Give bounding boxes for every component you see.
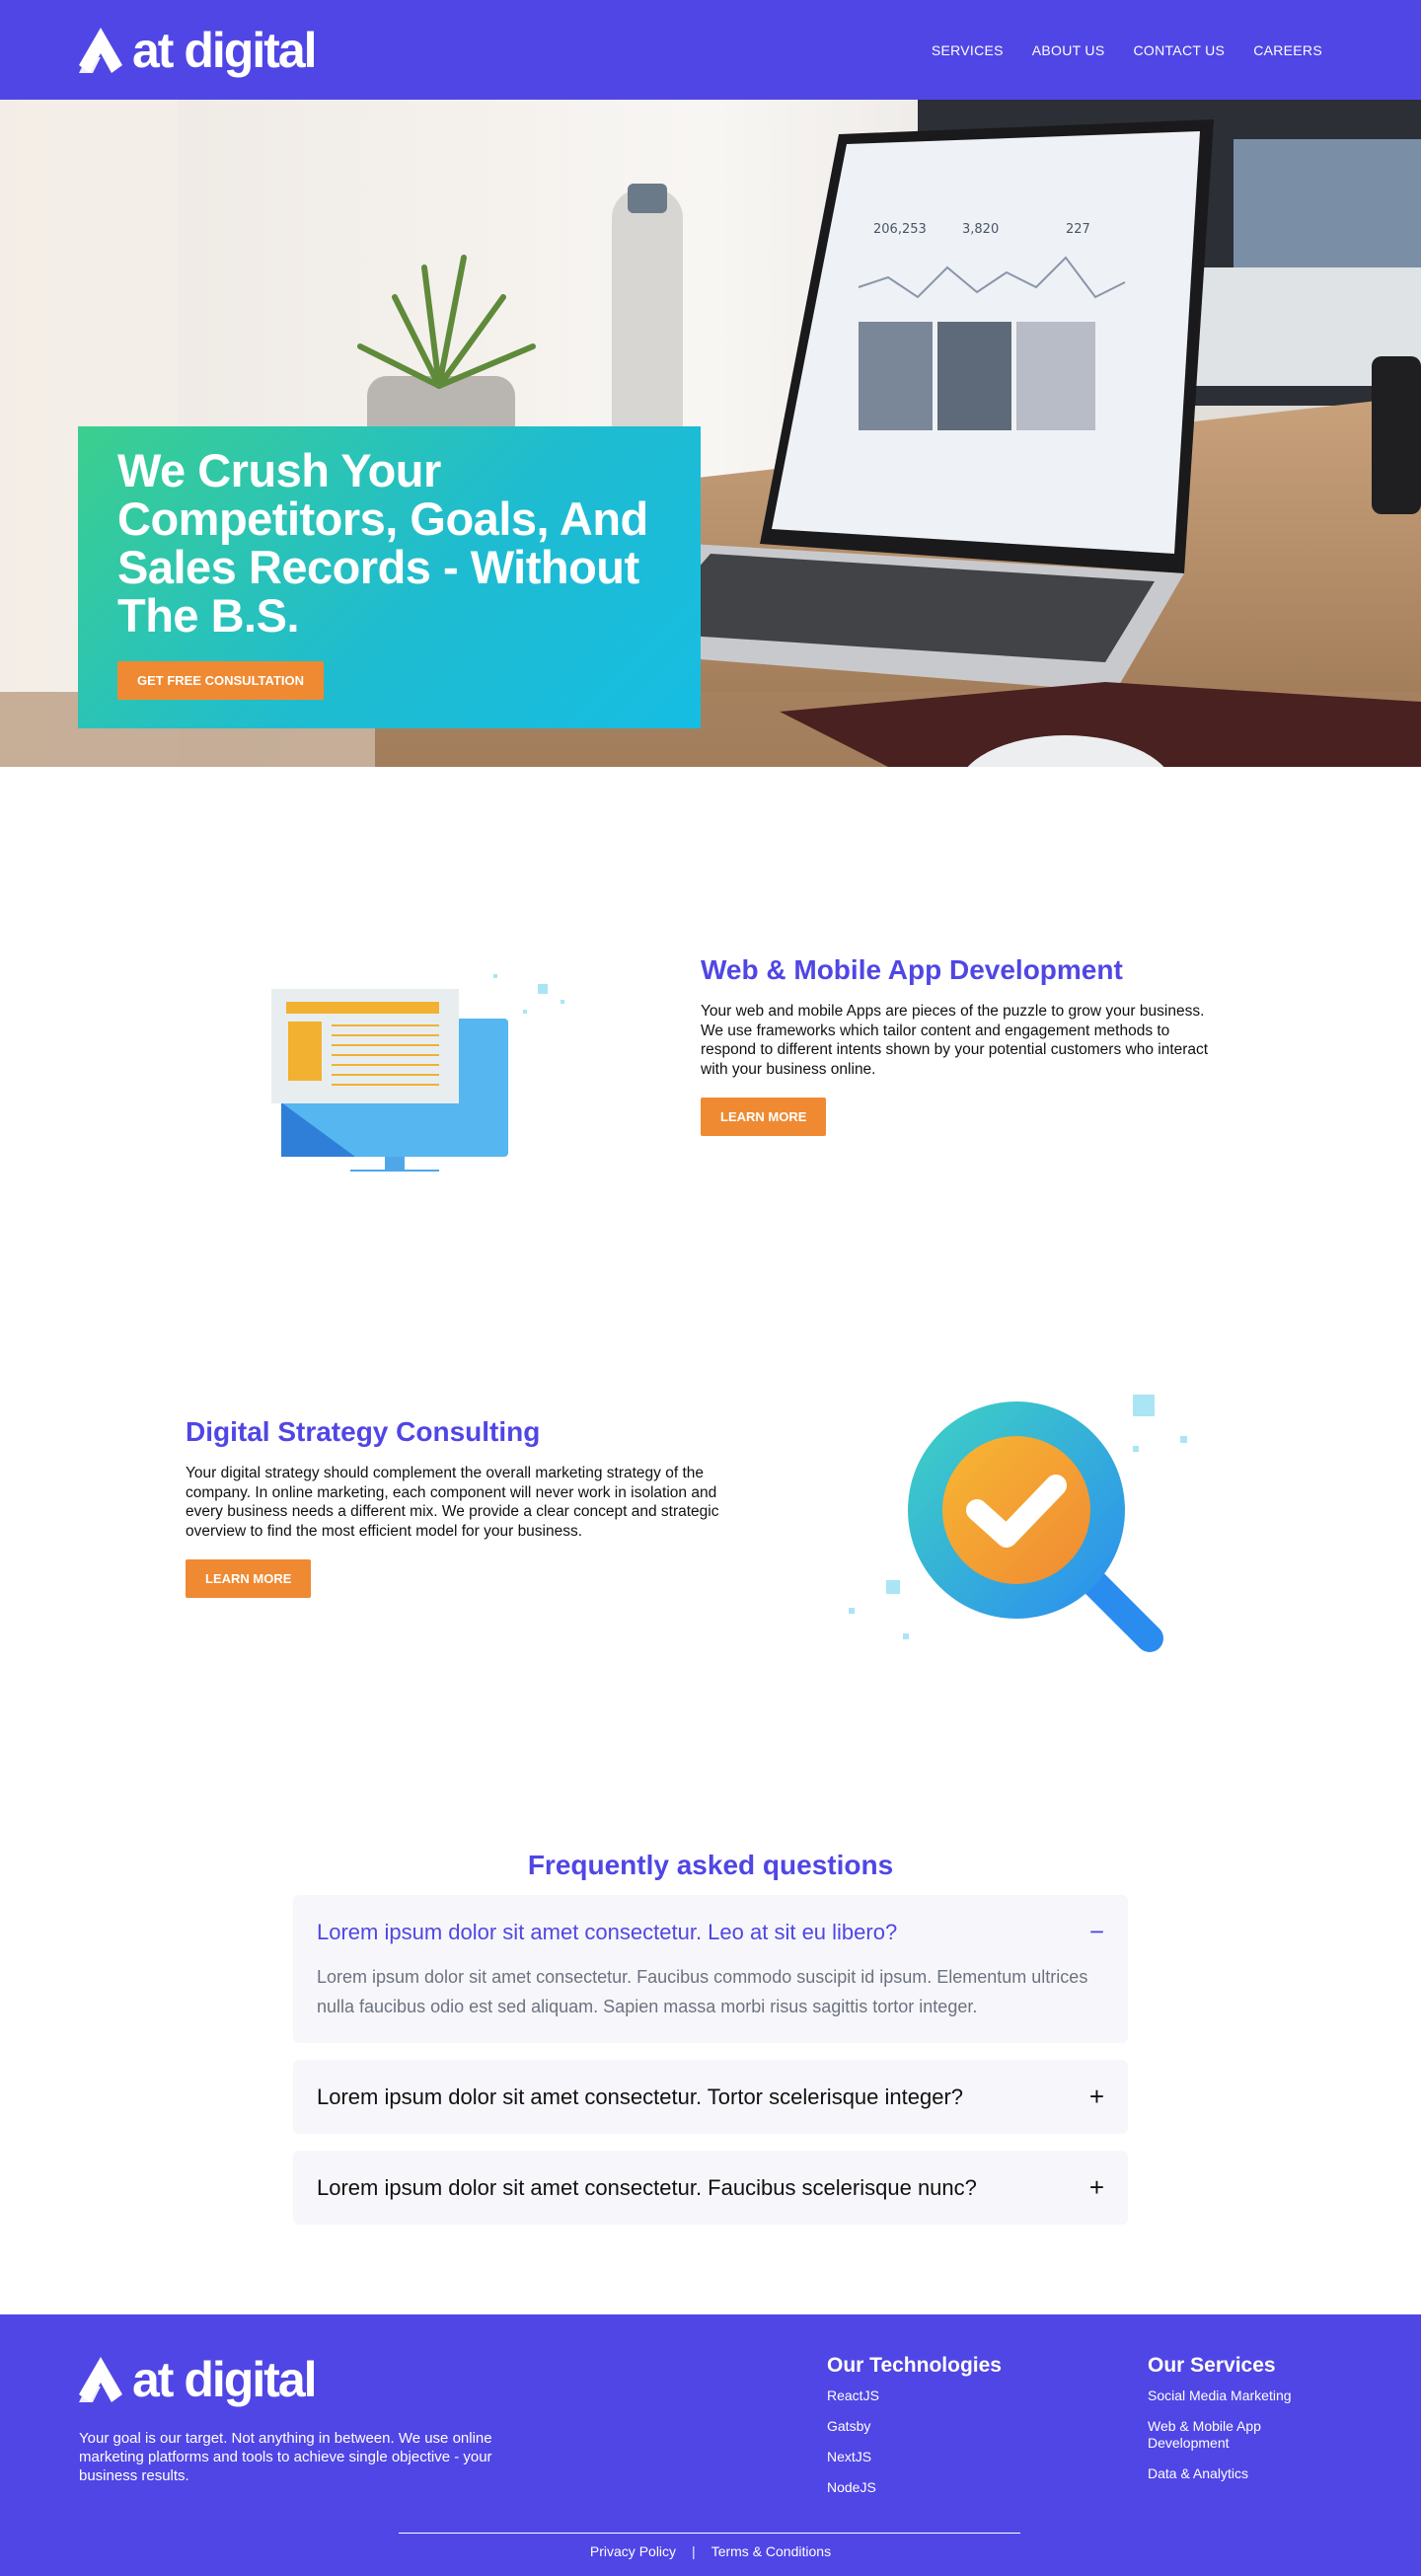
faq-item[interactable]: Lorem ipsum dolor sit amet consectetur. … [293, 2060, 1128, 2134]
get-free-consultation-button[interactable]: GET FREE CONSULTATION [117, 661, 324, 700]
service-digital-strategy-title: Digital Strategy Consulting [186, 1416, 541, 1447]
learn-more-web-mobile-button[interactable]: LEARN MORE [701, 1098, 827, 1136]
expand-plus-icon[interactable]: + [1089, 2082, 1104, 2112]
magnifier-check-icon [849, 1395, 1187, 1652]
faq-question[interactable]: Lorem ipsum dolor sit amet consectetur. … [317, 2172, 1104, 2203]
faq-question-text: Lorem ipsum dolor sit amet consectetur. … [317, 2174, 977, 2200]
footer-technologies-title: Our Technologies [827, 2354, 1002, 2377]
hero-card: We Crush Your Competitors, Goals, And Sa… [78, 426, 701, 728]
screen-stat-1: 206,253 [873, 222, 927, 237]
service-digital-strategy: Digital Strategy Consulting Your digital… [0, 1298, 1421, 1840]
service-web-mobile-title: Web & Mobile App Development [701, 954, 1123, 985]
logo-text: at digital [132, 22, 318, 78]
footer-tagline: Your goal is our target. Not anything in… [79, 2430, 492, 2484]
terms-conditions-link[interactable]: Terms & Conditions [711, 2543, 831, 2559]
site-footer: at digital Your goal is our target. Not … [0, 2314, 1421, 2576]
faq-question-text: Lorem ipsum dolor sit amet consectetur. … [317, 1919, 898, 1944]
nav-contact-us[interactable]: CONTACT US [1133, 42, 1225, 58]
logo-mark-icon [79, 2357, 122, 2402]
nav-careers[interactable]: CAREERS [1253, 42, 1322, 58]
logo-mark-icon [79, 27, 122, 73]
screen-stat-2: 3,820 [962, 222, 999, 237]
site-logo[interactable]: at digital [79, 22, 318, 79]
footer-logo[interactable]: at digital [79, 2351, 318, 2408]
faq-section: Frequently asked questions Lorem ipsum d… [0, 1840, 1421, 2314]
footer-tech-link[interactable]: NodeJS [827, 2479, 1002, 2496]
footer-logo-text: at digital [132, 2352, 318, 2407]
privacy-policy-link[interactable]: Privacy Policy [590, 2543, 676, 2559]
faq-item[interactable]: Lorem ipsum dolor sit amet consectetur. … [293, 2151, 1128, 2225]
footer-services: Our Services Social Media Marketing Web … [1148, 2354, 1345, 2496]
footer-technologies: Our Technologies ReactJS Gatsby NextJS N… [827, 2354, 1002, 2510]
service-digital-strategy-content: Digital Strategy Consulting Your digital… [186, 1416, 723, 1598]
footer-legal: Privacy Policy | Terms & Conditions [0, 2543, 1421, 2559]
faq-answer: Lorem ipsum dolor sit amet consectetur. … [317, 1967, 1088, 2016]
faq-question[interactable]: Lorem ipsum dolor sit amet consectetur. … [317, 2082, 1104, 2112]
footer-tech-link[interactable]: Gatsby [827, 2418, 1002, 2435]
footer-service-link[interactable]: Social Media Marketing [1148, 2387, 1345, 2404]
footer-services-title: Our Services [1148, 2354, 1276, 2377]
hero-section: 206,253 3,820 227 We Crush Your Competit… [0, 100, 1421, 767]
main-nav: SERVICES ABOUT US CONTACT US CAREERS [932, 42, 1322, 58]
service-digital-strategy-text: Your digital strategy should complement … [186, 1465, 719, 1540]
hero-title: We Crush Your Competitors, Goals, And Sa… [117, 444, 648, 642]
site-header: at digital SERVICES ABOUT US CONTACT US … [0, 0, 1421, 100]
footer-service-link[interactable]: Web & Mobile App Development [1148, 2418, 1296, 2452]
faq-question-text: Lorem ipsum dolor sit amet consectetur. … [317, 2084, 964, 2109]
nav-services[interactable]: SERVICES [932, 42, 1004, 58]
monitor-illustration-icon [271, 974, 564, 1172]
footer-tech-link[interactable]: NextJS [827, 2449, 1002, 2465]
service-web-mobile-text: Your web and mobile Apps are pieces of t… [701, 1003, 1209, 1078]
faq-heading: Frequently asked questions [527, 1850, 894, 1880]
service-web-mobile-content: Web & Mobile App Development Your web an… [701, 954, 1214, 1136]
faq-question[interactable]: Lorem ipsum dolor sit amet consectetur. … [317, 1917, 1104, 1947]
service-web-mobile: Web & Mobile App Development Your web an… [0, 767, 1421, 1298]
footer-divider [399, 2533, 1020, 2534]
nav-about-us[interactable]: ABOUT US [1032, 42, 1105, 58]
expand-plus-icon[interactable]: + [1089, 2172, 1104, 2203]
collapse-minus-icon[interactable]: − [1089, 1917, 1104, 1947]
faq-item[interactable]: Lorem ipsum dolor sit amet consectetur. … [293, 1895, 1128, 2043]
footer-service-link[interactable]: Data & Analytics [1148, 2465, 1345, 2482]
screen-stat-3: 227 [1066, 222, 1090, 237]
learn-more-digital-strategy-button[interactable]: LEARN MORE [186, 1559, 312, 1598]
footer-separator: | [692, 2543, 696, 2559]
footer-tech-link[interactable]: ReactJS [827, 2387, 1002, 2404]
